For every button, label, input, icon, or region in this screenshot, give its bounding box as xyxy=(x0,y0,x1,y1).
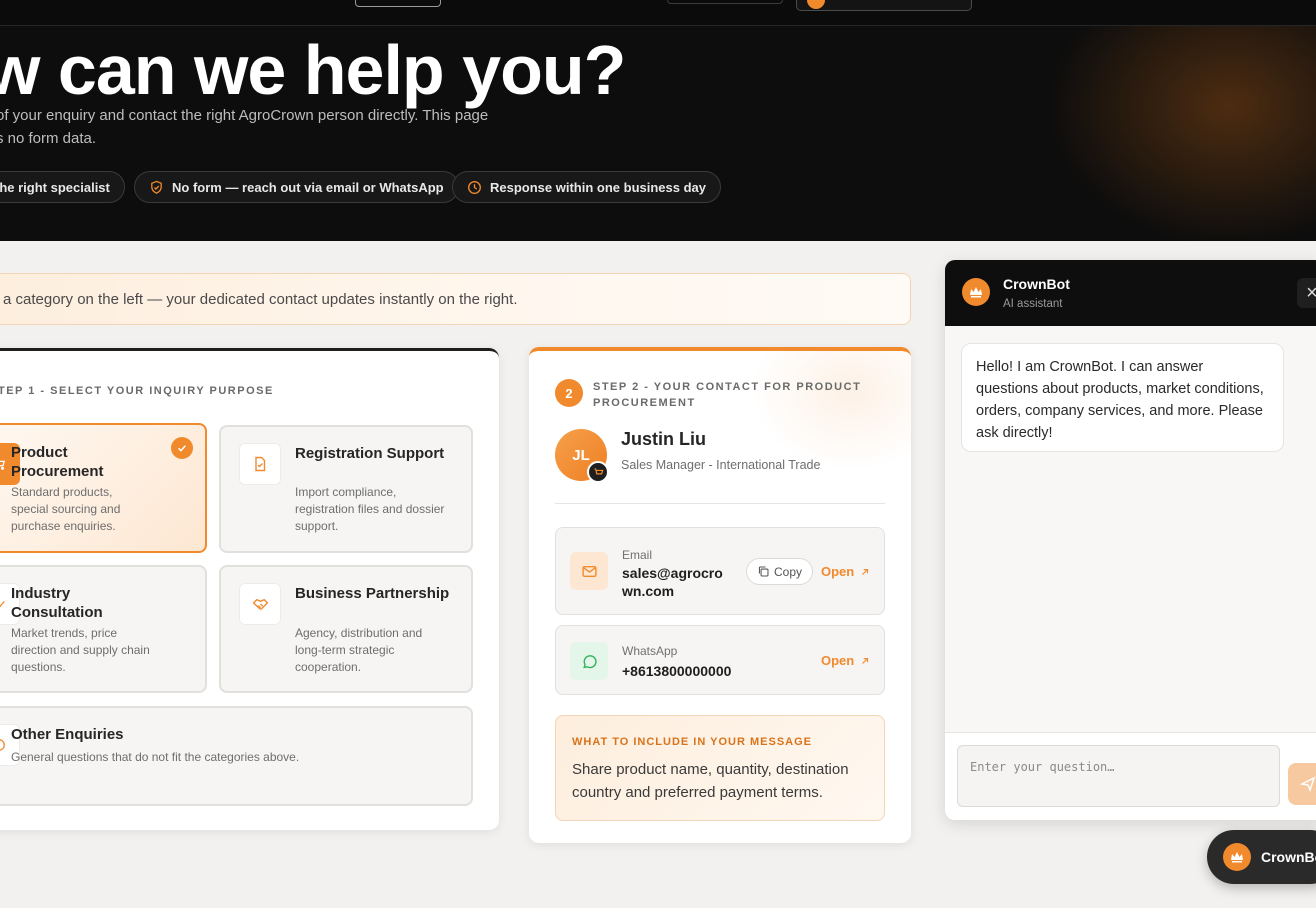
contact-card: 2 STEP 2 - YOUR CONTACT FOR PRODUCT PROC… xyxy=(529,347,911,843)
option-other-enquiries[interactable]: Other Enquiries General questions that d… xyxy=(0,706,473,806)
external-arrow-icon xyxy=(862,657,869,664)
top-nav-bar xyxy=(0,0,1316,26)
open-label: Open xyxy=(821,653,855,668)
step1-heading: TEP 1 - SELECT YOUR INQUIRY PURPOSE xyxy=(0,385,274,397)
step2-heading: STEP 2 - YOUR CONTACT FOR PRODUCT PROCUR… xyxy=(593,381,862,409)
clock-icon xyxy=(467,180,482,195)
tip-heading: WHAT TO INCLUDE IN YOUR MESSAGE xyxy=(572,736,813,748)
whatsapp-icon xyxy=(570,642,608,680)
email-contact-row: Email sales@agrocrown.com Copy Open xyxy=(555,527,885,615)
page-subtitle: of your enquiry and contact the right Ag… xyxy=(0,107,489,147)
open-email-link[interactable]: Open xyxy=(821,564,870,579)
email-label: Email xyxy=(622,548,653,562)
chat-subtitle: AI assistant xyxy=(1003,298,1063,310)
email-value: sales@agrocrown.com xyxy=(622,565,723,599)
step-number-badge: 2 xyxy=(555,379,583,407)
profile-avatar xyxy=(807,0,825,9)
hero-section: w can we help you? of your enquiry and c… xyxy=(0,26,1316,241)
open-whatsapp-link[interactable]: Open xyxy=(821,653,870,668)
option-desc: Market trends, price direction and suppl… xyxy=(11,626,150,674)
option-business-partnership[interactable]: Business Partnership Agency, distributio… xyxy=(219,565,473,693)
close-icon[interactable]: × xyxy=(1297,278,1316,308)
feature-pill-response: Response within one business day xyxy=(452,171,721,203)
crown-logo-icon xyxy=(1223,843,1251,871)
info-banner: a category on the left — your dedicated … xyxy=(0,273,911,325)
send-button[interactable] xyxy=(1288,763,1316,805)
chat-title: CrownBot xyxy=(1003,276,1070,292)
contact-role: Sales Manager - International Trade xyxy=(621,458,821,472)
mail-icon xyxy=(570,552,608,590)
contact-name: Justin Liu xyxy=(621,429,706,449)
send-icon xyxy=(1300,776,1316,792)
chat-input-area: Enter your question… xyxy=(945,732,1316,820)
nav-button[interactable] xyxy=(355,0,441,7)
pill-label: the right specialist xyxy=(0,179,110,195)
copy-label: Copy xyxy=(773,564,802,579)
shield-check-icon xyxy=(149,180,164,195)
whatsapp-value: +8613800000000 xyxy=(622,663,732,679)
option-registration-support[interactable]: Registration Support Import compliance, … xyxy=(219,425,473,553)
nav-control[interactable] xyxy=(667,0,783,4)
copy-email-button[interactable]: Copy xyxy=(746,558,813,585)
option-title: Industry Consultation xyxy=(11,585,103,621)
launcher-label: CrownBot xyxy=(1261,849,1316,865)
open-label: Open xyxy=(821,564,855,579)
chat-header: CrownBot AI assistant × xyxy=(945,260,1316,326)
cart-badge-icon xyxy=(587,461,609,483)
external-arrow-icon xyxy=(862,568,869,575)
chat-input[interactable]: Enter your question… xyxy=(957,745,1280,807)
option-desc: General questions that do not fit the ca… xyxy=(11,750,300,764)
option-product-procurement[interactable]: Product Procurement Standard products, s… xyxy=(0,423,207,553)
chatbot-panel: CrownBot AI assistant × Hello! I am Crow… xyxy=(945,260,1316,820)
check-icon xyxy=(171,437,193,459)
banner-text: a category on the left — your dedicated … xyxy=(3,290,518,308)
option-title: Business Partnership xyxy=(295,585,450,602)
option-desc: Standard products, special sourcing and … xyxy=(11,485,121,533)
handshake-icon xyxy=(239,583,281,625)
inquiry-purpose-card: TEP 1 - SELECT YOUR INQUIRY PURPOSE Prod… xyxy=(0,348,499,830)
bot-message: Hello! I am CrownBot. I can answer quest… xyxy=(961,343,1284,452)
option-title: Product Procurement xyxy=(11,444,104,480)
feature-pill-specialist: the right specialist xyxy=(0,171,125,203)
feature-pill-no-form: No form — reach out via email or WhatsAp… xyxy=(134,171,459,203)
crownbot-launcher-button[interactable]: CrownBot xyxy=(1207,830,1316,884)
option-industry-consultation[interactable]: Industry Consultation Market trends, pri… xyxy=(0,565,207,693)
document-check-icon xyxy=(239,443,281,485)
tip-text: Share product name, quantity, destinatio… xyxy=(572,761,849,801)
divider xyxy=(555,503,885,504)
pill-label: Response within one business day xyxy=(490,179,706,195)
whatsapp-contact-row: WhatsApp +8613800000000 Open xyxy=(555,625,885,695)
message-tip-box: WHAT TO INCLUDE IN YOUR MESSAGE Share pr… xyxy=(555,715,885,821)
option-desc: Agency, distribution and long-term strat… xyxy=(295,626,423,674)
whatsapp-label: WhatsApp xyxy=(622,644,678,658)
pill-label: No form — reach out via email or WhatsAp… xyxy=(172,179,444,195)
copy-icon xyxy=(758,566,769,577)
crown-logo-icon xyxy=(962,278,990,306)
option-title: Registration Support xyxy=(295,445,445,462)
nav-profile-button[interactable] xyxy=(796,0,972,11)
option-desc: Import compliance, registration files an… xyxy=(295,485,445,533)
option-title: Other Enquiries xyxy=(11,726,124,743)
page-title: w can we help you? xyxy=(0,31,626,109)
